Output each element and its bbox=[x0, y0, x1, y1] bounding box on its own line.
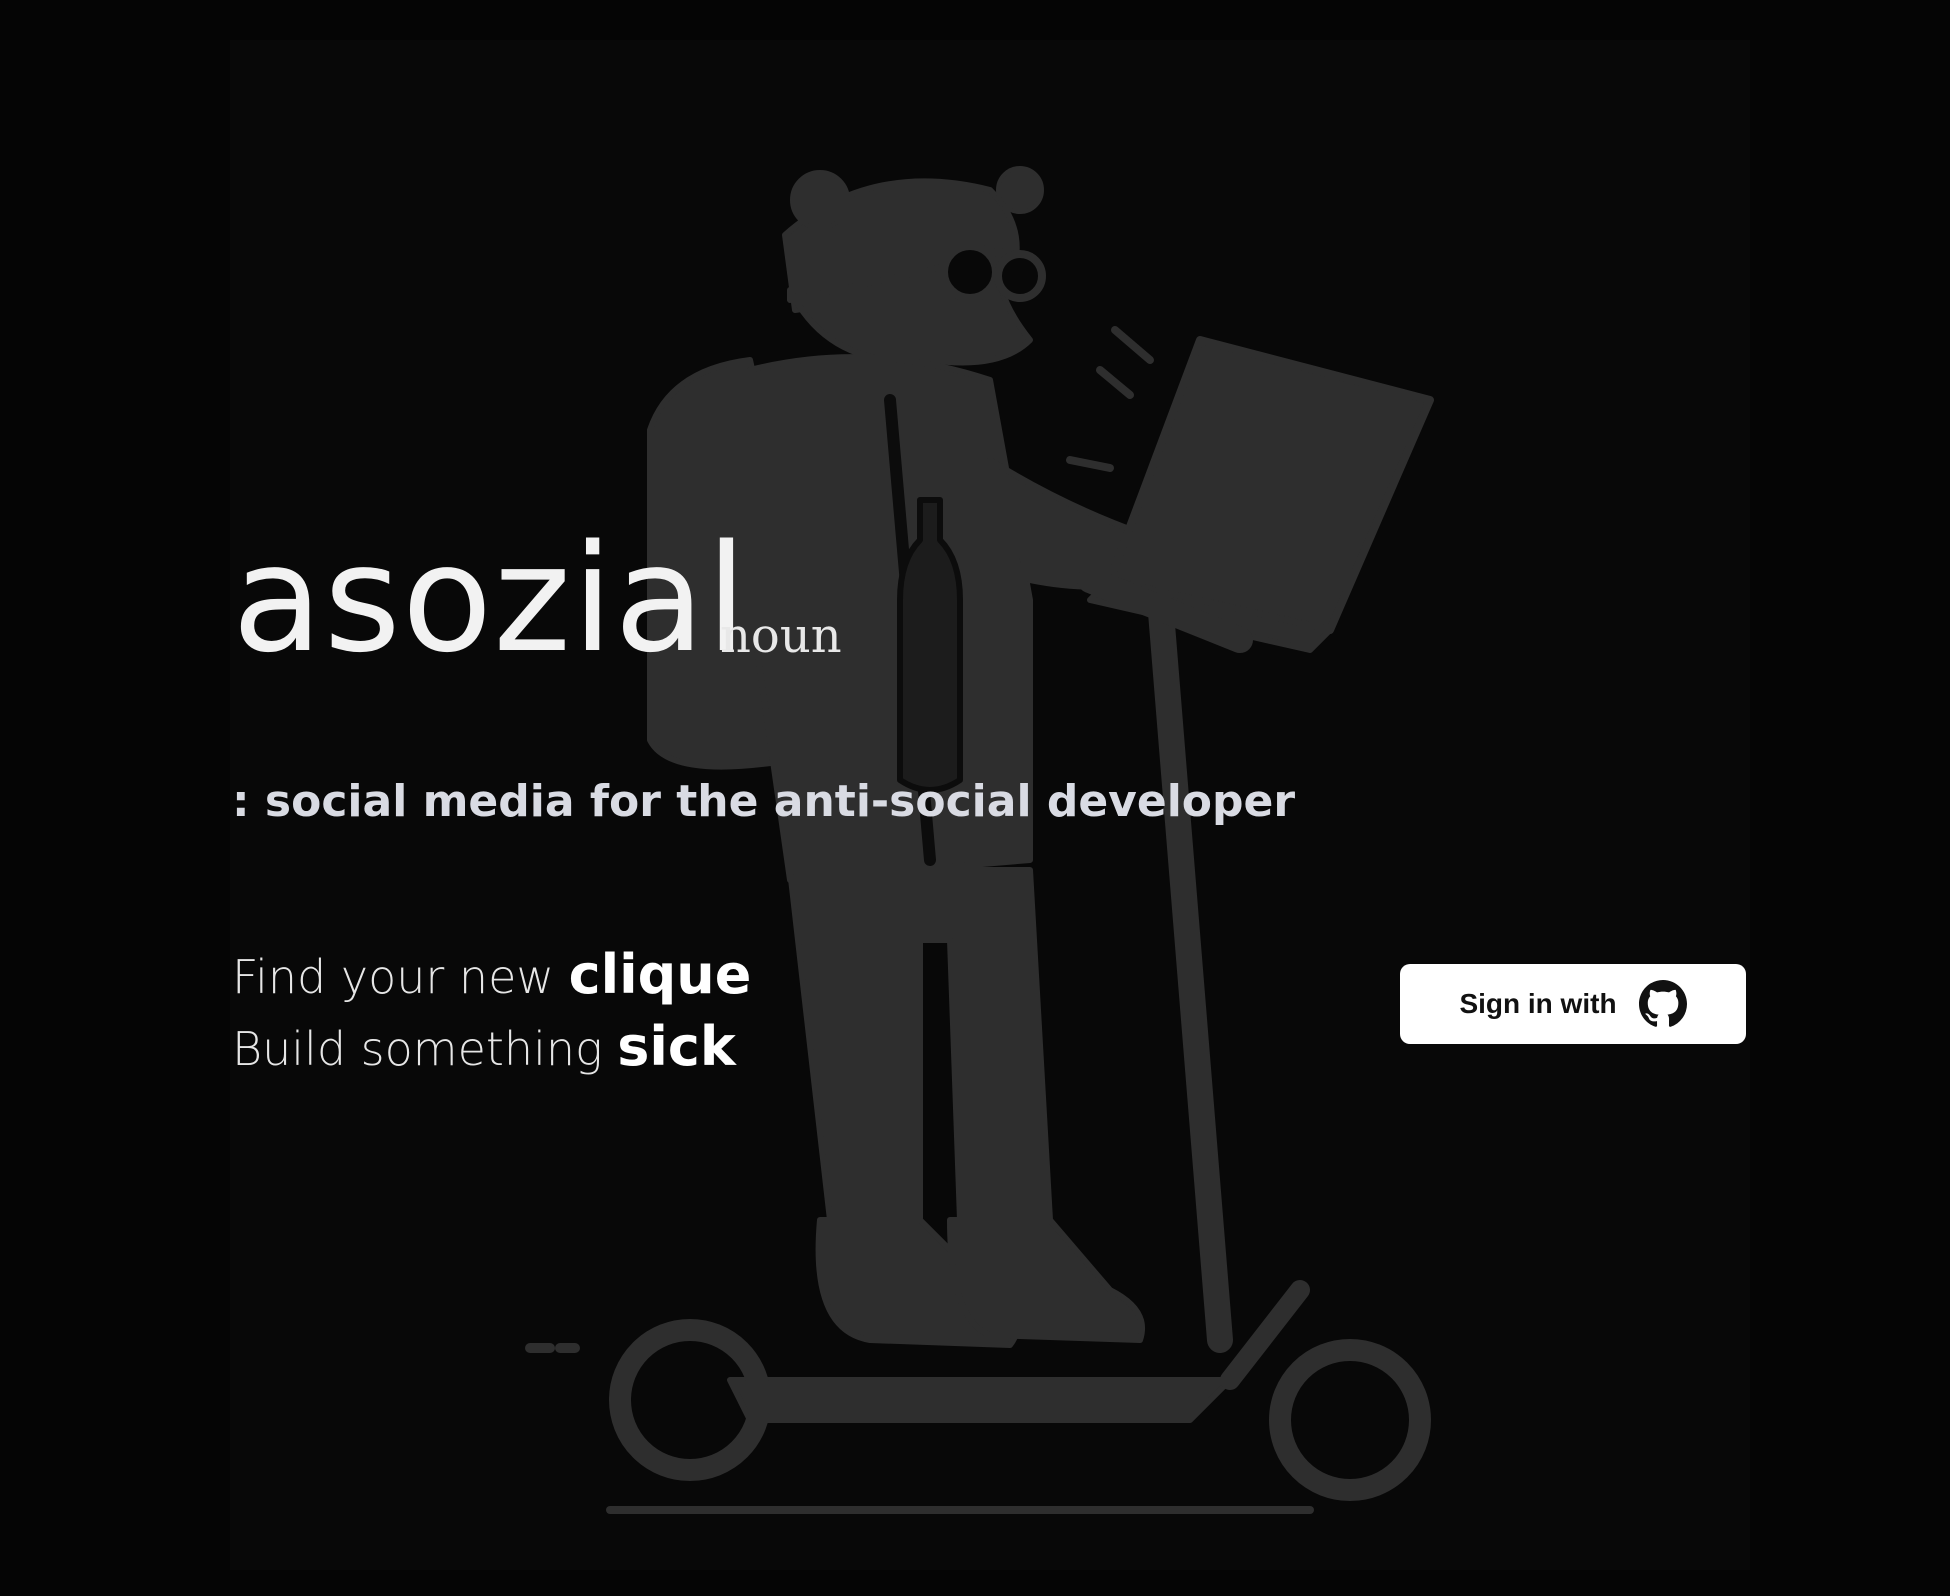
part-of-speech: noun bbox=[720, 608, 842, 664]
sign-in-label: Sign in with bbox=[1459, 988, 1617, 1019]
github-icon bbox=[1638, 980, 1687, 1028]
tagline-find-clique: Find your new clique bbox=[232, 948, 751, 1002]
tagline-emphasis: sick bbox=[617, 1015, 736, 1078]
tagline-emphasis: clique bbox=[568, 943, 752, 1006]
sign-in-with-github-button[interactable]: Sign in with bbox=[1400, 964, 1746, 1044]
app-title: asozial bbox=[232, 513, 748, 685]
tagline-prefix: Build something bbox=[232, 1022, 618, 1076]
tagline-build-sick: Build something sick bbox=[232, 1020, 736, 1074]
tagline-prefix: Find your new bbox=[232, 950, 569, 1004]
app-definition: : social media for the anti-social devel… bbox=[232, 776, 1296, 827]
landing-page: asozial noun : social media for the anti… bbox=[0, 0, 1950, 1596]
